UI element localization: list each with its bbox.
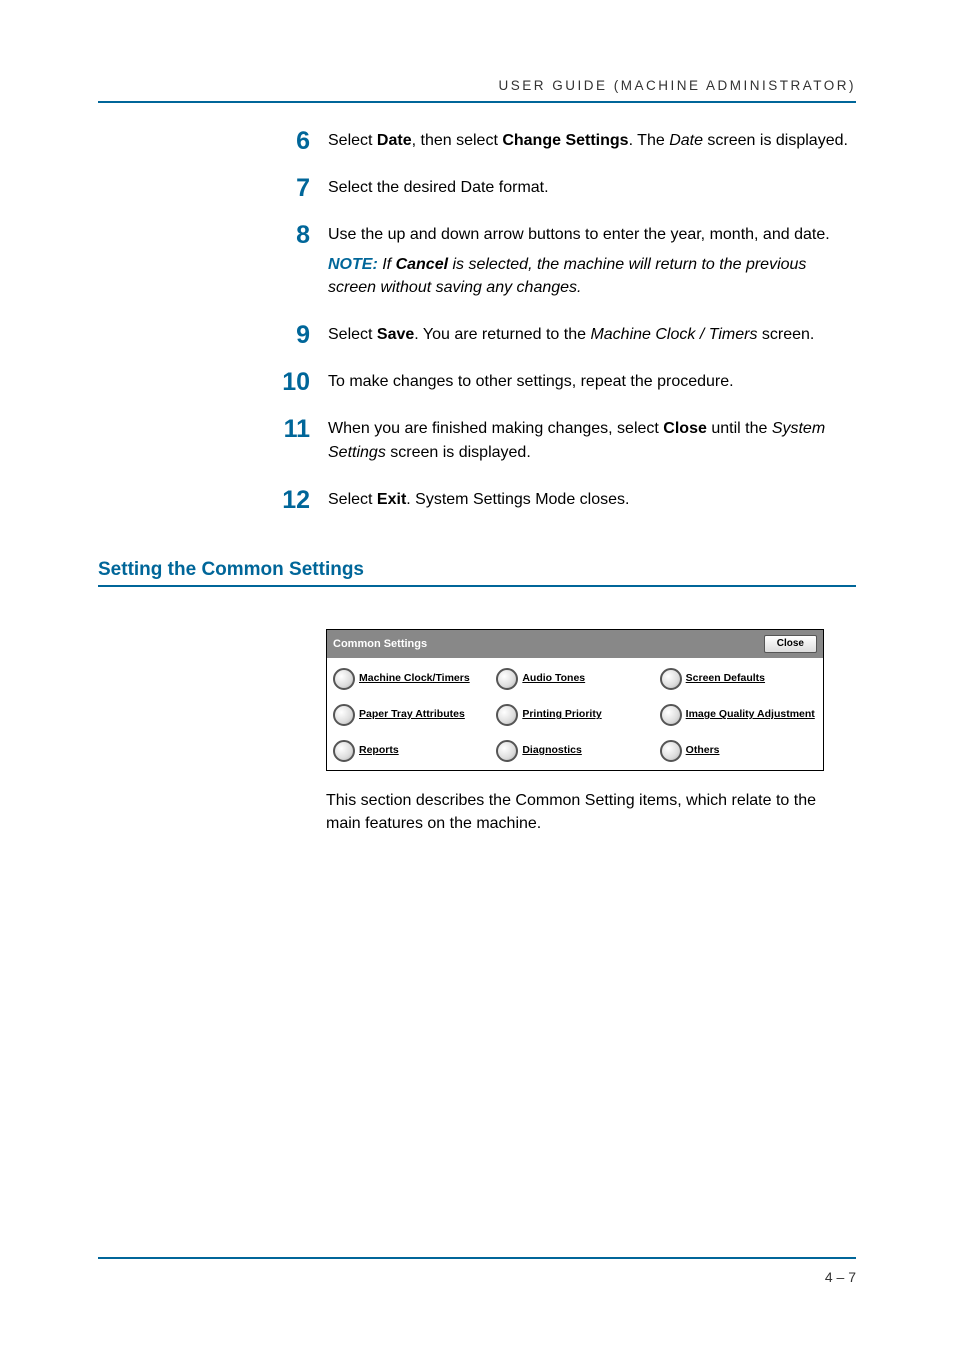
text-segment: Machine Clock / Timers xyxy=(590,326,757,343)
step-body: When you are finished making changes, se… xyxy=(328,417,856,469)
radio-icon xyxy=(496,668,518,690)
text-segment: Select xyxy=(328,132,377,149)
step-number: 10 xyxy=(280,370,328,395)
step-number: 7 xyxy=(280,176,328,201)
option-label: Audio Tones xyxy=(522,673,585,685)
step-row: 12Select Exit. System Settings Mode clos… xyxy=(280,488,856,517)
step-number: 8 xyxy=(280,223,328,248)
step-row: 10To make changes to other settings, rep… xyxy=(280,370,856,399)
running-header: USER GUIDE (MACHINE ADMINISTRATOR) xyxy=(98,78,856,93)
panel-body: Machine Clock/Timers Audio Tones Screen De… xyxy=(327,658,823,770)
common-settings-panel: Common Settings Close Machine Clock/Time… xyxy=(326,629,824,771)
text-segment: When you are finished making changes, se… xyxy=(328,420,663,437)
step-text: Select the desired Date format. xyxy=(328,176,856,199)
section-rule xyxy=(98,585,856,587)
step-number: 11 xyxy=(280,417,328,442)
step-text: Use the up and down arrow buttons to ent… xyxy=(328,223,856,246)
page-footer: 4 – 7 xyxy=(98,1257,856,1285)
settings-option[interactable]: Others xyxy=(660,740,817,762)
text-segment: screen. xyxy=(757,326,814,343)
text-segment: To make changes to other settings, repea… xyxy=(328,373,734,390)
step-number: 9 xyxy=(280,323,328,348)
step-text: Select Exit. System Settings Mode closes… xyxy=(328,488,856,511)
header-rule xyxy=(98,101,856,103)
text-segment: screen is displayed. xyxy=(703,132,848,149)
step-text: To make changes to other settings, repea… xyxy=(328,370,856,393)
text-segment: screen is displayed. xyxy=(386,444,531,461)
note-segment: If xyxy=(378,256,396,273)
step-number: 6 xyxy=(280,129,328,154)
text-segment: . System Settings Mode closes. xyxy=(406,491,629,508)
text-segment: Select xyxy=(328,326,377,343)
radio-icon xyxy=(496,704,518,726)
page-number: 4 – 7 xyxy=(98,1269,856,1285)
settings-option[interactable]: Diagnostics xyxy=(496,740,653,762)
note-segment: Cancel xyxy=(396,256,448,273)
settings-option[interactable]: Printing Priority xyxy=(496,704,653,726)
text-segment: Exit xyxy=(377,491,406,508)
step-note: NOTE: If Cancel is selected, the machine… xyxy=(328,253,856,299)
text-segment: , then select xyxy=(412,132,503,149)
radio-icon xyxy=(333,704,355,726)
text-segment: . The xyxy=(629,132,670,149)
step-row: 11When you are finished making changes, … xyxy=(280,417,856,469)
step-text: Select Date, then select Change Settings… xyxy=(328,129,856,152)
step-body: Use the up and down arrow buttons to ent… xyxy=(328,223,856,305)
step-text: Select Save. You are returned to the Mac… xyxy=(328,323,856,346)
settings-option[interactable]: Screen Defaults xyxy=(660,668,817,690)
panel-title: Common Settings xyxy=(333,638,427,650)
option-label: Reports xyxy=(359,745,399,757)
text-segment: Select the desired Date format. xyxy=(328,179,549,196)
text-segment: Change Settings xyxy=(502,132,628,149)
section-heading: Setting the Common Settings xyxy=(98,559,856,581)
step-body: Select Exit. System Settings Mode closes… xyxy=(328,488,856,517)
text-segment: Date xyxy=(377,132,412,149)
section-description: This section describes the Common Settin… xyxy=(326,789,826,835)
radio-icon xyxy=(660,704,682,726)
option-label: Image Quality Adjustment xyxy=(686,709,815,721)
text-segment: Close xyxy=(663,420,707,437)
embedded-ui-panel-wrap: Common Settings Close Machine Clock/Time… xyxy=(326,629,826,771)
option-label: Screen Defaults xyxy=(686,673,765,685)
option-label: Paper Tray Attributes xyxy=(359,709,465,721)
radio-icon xyxy=(333,668,355,690)
option-label: Others xyxy=(686,745,720,757)
settings-option[interactable]: Audio Tones xyxy=(496,668,653,690)
step-body: Select Save. You are returned to the Mac… xyxy=(328,323,856,352)
radio-icon xyxy=(660,740,682,762)
radio-icon xyxy=(660,668,682,690)
note-lead: NOTE: xyxy=(328,256,378,273)
step-row: 8Use the up and down arrow buttons to en… xyxy=(280,223,856,305)
settings-option[interactable]: Machine Clock/Timers xyxy=(333,668,490,690)
step-number: 12 xyxy=(280,488,328,513)
step-row: 6Select Date, then select Change Setting… xyxy=(280,129,856,158)
text-segment: Date xyxy=(669,132,703,149)
step-row: 7Select the desired Date format. xyxy=(280,176,856,205)
settings-option[interactable]: Reports xyxy=(333,740,490,762)
step-row: 9Select Save. You are returned to the Ma… xyxy=(280,323,856,352)
close-button[interactable]: Close xyxy=(764,635,817,653)
step-body: Select the desired Date format. xyxy=(328,176,856,205)
step-text: When you are finished making changes, se… xyxy=(328,417,856,463)
step-body: To make changes to other settings, repea… xyxy=(328,370,856,399)
option-label: Diagnostics xyxy=(522,745,582,757)
option-label: Printing Priority xyxy=(522,709,601,721)
step-body: Select Date, then select Change Settings… xyxy=(328,129,856,158)
settings-option[interactable]: Paper Tray Attributes xyxy=(333,704,490,726)
option-label: Machine Clock/Timers xyxy=(359,673,470,685)
settings-option[interactable]: Image Quality Adjustment xyxy=(660,704,817,726)
text-segment: Select xyxy=(328,491,377,508)
footer-rule xyxy=(98,1257,856,1259)
radio-icon xyxy=(496,740,518,762)
text-segment: until the xyxy=(707,420,772,437)
text-segment: . You are returned to the xyxy=(414,326,590,343)
panel-header: Common Settings Close xyxy=(327,630,823,658)
text-segment: Use the up and down arrow buttons to ent… xyxy=(328,226,830,243)
steps-list: 6Select Date, then select Change Setting… xyxy=(280,129,856,517)
text-segment: Save xyxy=(377,326,414,343)
radio-icon xyxy=(333,740,355,762)
